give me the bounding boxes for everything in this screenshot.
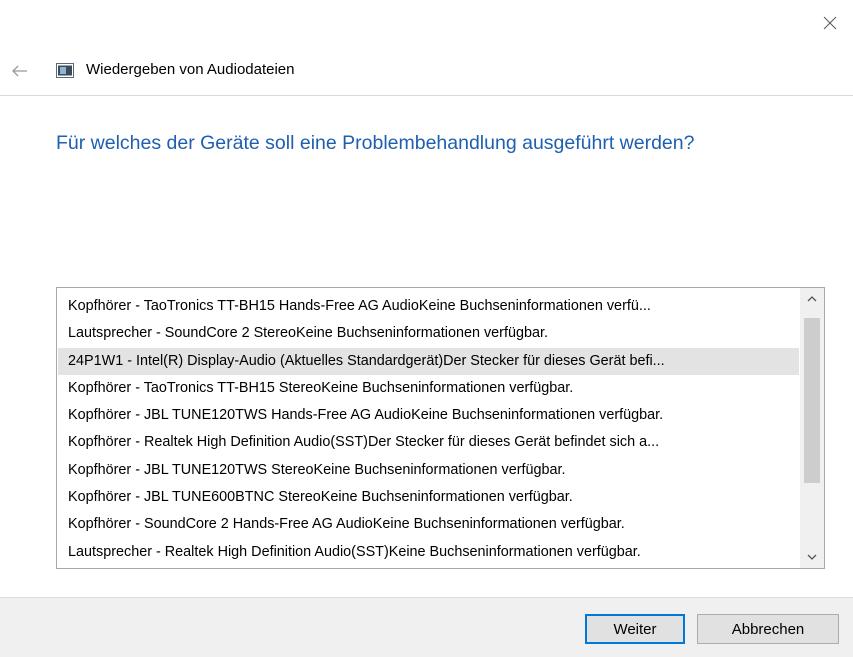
- troubleshooter-app-icon: [56, 63, 74, 78]
- scroll-up-button[interactable]: [800, 288, 824, 310]
- device-list-item[interactable]: Kopfhörer - JBL TUNE600BTNC StereoKeine …: [58, 484, 799, 511]
- cancel-button[interactable]: Abbrechen: [697, 614, 839, 644]
- device-list-item[interactable]: Kopfhörer - JBL TUNE120TWS Hands-Free AG…: [58, 402, 799, 429]
- back-button[interactable]: [6, 58, 34, 84]
- page-heading: Für welches der Geräte soll eine Problem…: [56, 132, 695, 154]
- device-list-item[interactable]: 24P1W1 - Intel(R) Display-Audio (Aktuell…: [58, 347, 799, 375]
- device-list-items: Kopfhörer - TaoTronics TT-BH15 Hands-Fre…: [58, 293, 799, 566]
- next-button[interactable]: Weiter: [585, 614, 685, 644]
- close-button[interactable]: [807, 0, 853, 46]
- vertical-scrollbar[interactable]: [800, 288, 824, 568]
- device-list-item[interactable]: Kopfhörer - JBL TUNE120TWS StereoKeine B…: [58, 457, 799, 484]
- navigation-bar: Wiedergeben von Audiodateien: [0, 46, 853, 96]
- window-title: Wiedergeben von Audiodateien: [86, 61, 295, 78]
- chevron-up-icon: [807, 296, 817, 302]
- device-list[interactable]: Kopfhörer - TaoTronics TT-BH15 Hands-Fre…: [56, 287, 825, 569]
- back-arrow-icon: [12, 65, 27, 77]
- dialog-footer: Weiter Abbrechen: [0, 597, 853, 657]
- title-bar: [0, 0, 853, 46]
- close-icon: [823, 16, 837, 30]
- device-list-item[interactable]: Kopfhörer - Realtek High Definition Audi…: [58, 429, 799, 456]
- scroll-down-button[interactable]: [800, 546, 824, 568]
- device-list-item[interactable]: Lautsprecher - SoundCore 2 StereoKeine B…: [58, 320, 799, 347]
- device-list-item[interactable]: Kopfhörer - SoundCore 2 Hands-Free AG Au…: [58, 511, 799, 538]
- scroll-thumb[interactable]: [804, 318, 820, 483]
- chevron-down-icon: [807, 554, 817, 560]
- device-list-item[interactable]: Lautsprecher - Realtek High Definition A…: [58, 539, 799, 566]
- device-list-item[interactable]: Kopfhörer - TaoTronics TT-BH15 Hands-Fre…: [58, 293, 799, 320]
- device-list-item[interactable]: Kopfhörer - TaoTronics TT-BH15 StereoKei…: [58, 375, 799, 402]
